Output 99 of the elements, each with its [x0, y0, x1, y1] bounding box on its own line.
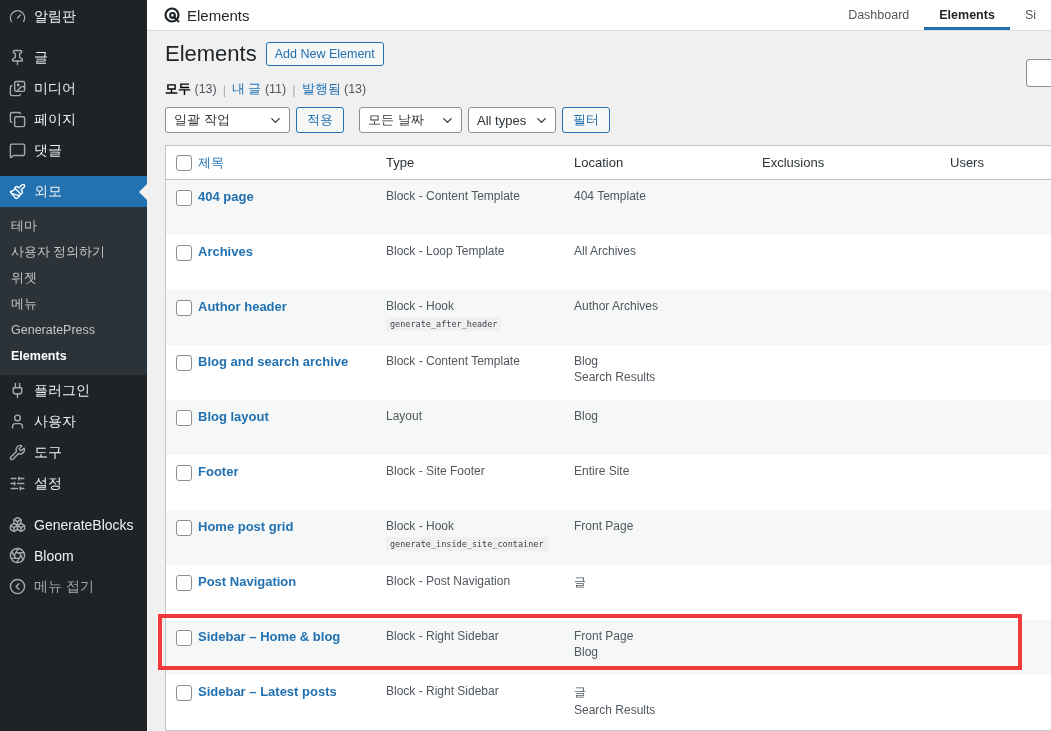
logo-icon — [164, 7, 180, 23]
select-all-checkbox[interactable] — [176, 154, 192, 171]
app-title: Elements — [187, 6, 250, 24]
type-select[interactable]: All types — [468, 107, 556, 133]
sidebar-item[interactable]: 플러그인 — [0, 375, 147, 406]
view-filter-link[interactable]: 발행됨 (13) — [301, 81, 367, 98]
media-icon — [9, 80, 26, 97]
location-text: Search Results — [574, 370, 656, 384]
sidebar-item[interactable]: 댓글 — [0, 135, 147, 166]
row-checkbox[interactable] — [176, 630, 192, 646]
wrench-icon — [9, 444, 26, 461]
element-title-link[interactable]: Home post grid — [198, 519, 294, 534]
pages-icon — [9, 111, 26, 128]
sidebar-item[interactable]: 페이지 — [0, 104, 147, 135]
paintbrush-icon — [9, 183, 26, 200]
column-header: Type — [386, 155, 415, 170]
row-checkbox[interactable] — [176, 190, 192, 206]
location-text: Entire Site — [574, 464, 630, 478]
element-title-link[interactable]: Author header — [198, 299, 287, 314]
gauge-icon — [9, 8, 26, 25]
column-header: Exclusions — [762, 155, 825, 170]
submenu-item[interactable]: 위젯 — [0, 265, 147, 291]
location-text: All Archives — [574, 244, 637, 258]
user-icon — [9, 413, 26, 430]
submenu-item[interactable]: GeneratePress — [0, 317, 147, 343]
element-title-link[interactable]: 404 page — [198, 189, 254, 204]
element-title-link[interactable]: Blog layout — [198, 409, 269, 424]
nav-tab[interactable]: Dashboard — [833, 0, 925, 30]
row-checkbox[interactable] — [176, 300, 192, 316]
sliders-icon — [9, 475, 26, 492]
location-text: Search Results — [574, 703, 656, 717]
submenu-item[interactable]: 테마 — [0, 213, 147, 239]
type-text: Block - Right Sidebar — [386, 684, 499, 698]
location-text: Blog — [574, 645, 599, 659]
location-text: 글 — [574, 684, 586, 701]
view-filter-link[interactable]: 내 글 (11) — [231, 81, 287, 98]
page-title: Elements — [165, 41, 257, 67]
column-header: Users — [950, 155, 984, 170]
location-text: Blog — [574, 354, 599, 368]
hook-name: generate_inside_site_container — [386, 537, 548, 551]
location-text: Front Page — [574, 519, 634, 533]
location-text: Author Archives — [574, 299, 659, 313]
location-text: 404 Template — [574, 189, 646, 203]
filter-button[interactable]: 필터 — [562, 107, 610, 133]
type-text: Block - Right Sidebar — [386, 629, 499, 643]
type-text: Block - Content Template — [386, 189, 520, 203]
sidebar-item[interactable]: 미디어 — [0, 73, 147, 104]
type-text: Block - Content Template — [386, 354, 520, 368]
comment-icon — [9, 142, 26, 159]
location-text: Front Page — [574, 629, 634, 643]
sidebar-item[interactable]: 알림판 — [0, 1, 147, 32]
view-filter-link[interactable]: 모두 (13) — [165, 81, 217, 98]
nav-tab[interactable]: Elements — [924, 0, 1010, 30]
element-title-link[interactable]: Sidebar – Home & blog — [198, 629, 341, 644]
separator: | — [222, 82, 226, 97]
separator: | — [292, 82, 296, 97]
submenu-item[interactable]: 사용자 정의하기 — [0, 239, 147, 265]
element-title-link[interactable]: Sidebar – Latest posts — [198, 684, 337, 699]
aperture-icon — [9, 547, 26, 564]
type-text: Block - Post Navigation — [386, 574, 511, 588]
submenu-item[interactable]: Elements — [0, 343, 147, 369]
type-text: Block - Loop Template — [386, 244, 505, 258]
nav-tab[interactable]: Si — [1009, 0, 1051, 30]
element-title-link[interactable]: Footer — [198, 464, 239, 479]
sidebar-item[interactable]: 도구 — [0, 437, 147, 468]
hook-name: generate_after_header — [386, 317, 502, 331]
element-title-link[interactable]: Blog and search archive — [198, 354, 349, 369]
element-title-link[interactable]: Archives — [198, 244, 253, 259]
type-text: Block - Site Footer — [386, 464, 485, 478]
location-text: 글 — [574, 574, 586, 591]
location-text: Blog — [574, 409, 599, 423]
apply-button[interactable]: 적용 — [296, 107, 344, 133]
sidebar-item[interactable]: 메뉴 접기 — [0, 571, 147, 602]
submenu-item[interactable]: 메뉴 — [0, 291, 147, 317]
row-checkbox[interactable] — [176, 520, 192, 536]
type-text: Block - Hook — [386, 519, 455, 533]
type-text: Block - Hook — [386, 299, 455, 313]
sidebar-item[interactable]: Bloom — [0, 540, 147, 571]
sidebar-item[interactable]: 외모 — [0, 176, 147, 207]
column-header: Location — [574, 155, 624, 170]
row-checkbox[interactable] — [176, 575, 192, 591]
blocks-icon — [9, 516, 26, 533]
row-checkbox[interactable] — [176, 245, 192, 261]
sidebar-item[interactable]: 설정 — [0, 468, 147, 499]
sidebar-item[interactable]: 글 — [0, 42, 147, 73]
add-new-button[interactable]: Add New Element — [265, 42, 384, 66]
row-checkbox[interactable] — [176, 465, 192, 481]
column-header[interactable]: 제목 — [198, 154, 224, 170]
row-checkbox[interactable] — [176, 410, 192, 426]
sidebar-item[interactable]: GenerateBlocks — [0, 509, 147, 540]
row-checkbox[interactable] — [176, 355, 192, 371]
collapse-icon — [9, 578, 26, 595]
element-title-link[interactable]: Post Navigation — [198, 574, 297, 589]
type-text: Layout — [386, 409, 423, 423]
sidebar-item[interactable]: 사용자 — [0, 406, 147, 437]
date-select[interactable]: 모든 날짜 — [359, 107, 462, 133]
pin-icon — [9, 49, 26, 66]
bulk-action-select[interactable]: 일괄 작업 — [165, 107, 290, 133]
row-checkbox[interactable] — [176, 685, 192, 701]
